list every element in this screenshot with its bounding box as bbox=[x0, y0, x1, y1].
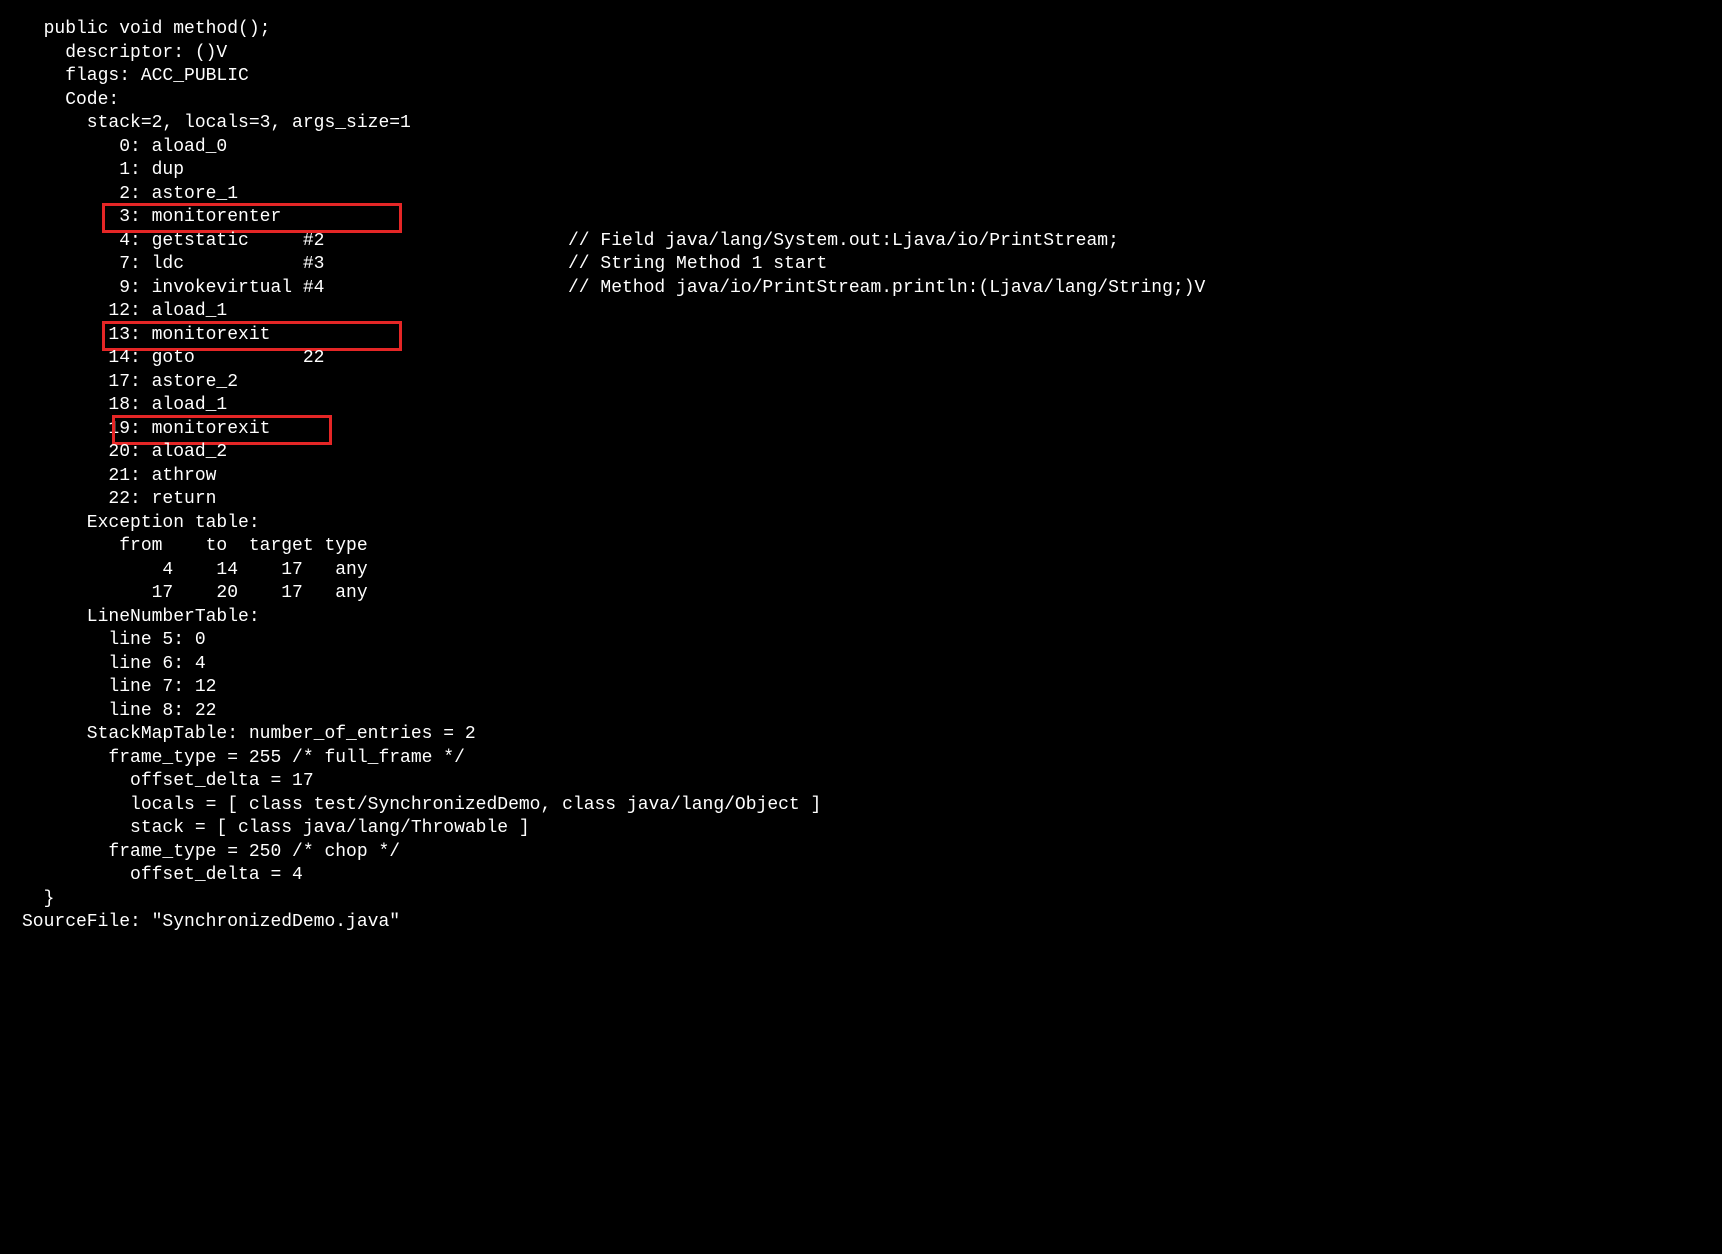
code-line: 12: aload_1 bbox=[22, 300, 1722, 324]
code-line: 4 14 17 any bbox=[22, 559, 1722, 583]
terminal-output: public void method(); descriptor: ()V fl… bbox=[0, 0, 1722, 935]
code-text: 1: dup bbox=[22, 159, 184, 183]
code-text: 13: monitorexit bbox=[22, 324, 270, 348]
code-line: 0: aload_0 bbox=[22, 136, 1722, 160]
code-line: offset_delta = 17 bbox=[22, 770, 1722, 794]
code-text: 3: monitorenter bbox=[22, 206, 281, 230]
code-text: line 7: 12 bbox=[22, 676, 216, 700]
code-text: 4 14 17 any bbox=[22, 559, 368, 583]
code-line: stack=2, locals=3, args_size=1 bbox=[22, 112, 1722, 136]
code-line: 22: return bbox=[22, 488, 1722, 512]
code-text: 20: aload_2 bbox=[22, 441, 227, 465]
code-line: offset_delta = 4 bbox=[22, 864, 1722, 888]
code-text: SourceFile: "SynchronizedDemo.java" bbox=[22, 911, 400, 935]
code-line: line 6: 4 bbox=[22, 653, 1722, 677]
code-line: 3: monitorenter bbox=[22, 206, 1722, 230]
code-text: frame_type = 250 /* chop */ bbox=[22, 841, 400, 865]
code-text: flags: ACC_PUBLIC bbox=[22, 65, 249, 89]
code-line: 17: astore_2 bbox=[22, 371, 1722, 395]
code-line: 21: athrow bbox=[22, 465, 1722, 489]
code-text: line 5: 0 bbox=[22, 629, 206, 653]
code-text: 21: athrow bbox=[22, 465, 216, 489]
code-line: line 8: 22 bbox=[22, 700, 1722, 724]
code-line: Code: bbox=[22, 89, 1722, 113]
code-line: 14: goto 22 bbox=[22, 347, 1722, 371]
code-text: Code: bbox=[22, 89, 119, 113]
code-line: StackMapTable: number_of_entries = 2 bbox=[22, 723, 1722, 747]
code-text: line 8: 22 bbox=[22, 700, 216, 724]
code-line: 19: monitorexit bbox=[22, 418, 1722, 442]
code-line: 13: monitorexit bbox=[22, 324, 1722, 348]
code-line: 9: invokevirtual #4 // Method java/io/Pri… bbox=[22, 277, 1722, 301]
code-text: 19: monitorexit bbox=[22, 418, 270, 442]
code-text: public void method(); bbox=[22, 18, 270, 42]
code-text: offset_delta = 17 bbox=[22, 770, 314, 794]
code-line: Exception table: bbox=[22, 512, 1722, 536]
code-line: 17 20 17 any bbox=[22, 582, 1722, 606]
code-line: line 7: 12 bbox=[22, 676, 1722, 700]
code-text: LineNumberTable: bbox=[22, 606, 260, 630]
code-text: 7: ldc #3 bbox=[22, 253, 324, 277]
code-text: 14: goto 22 bbox=[22, 347, 324, 371]
code-line: public void method(); bbox=[22, 18, 1722, 42]
code-text: 0: aload_0 bbox=[22, 136, 227, 160]
code-text: stack = [ class java/lang/Throwable ] bbox=[22, 817, 530, 841]
code-comment: // Method java/io/PrintStream.println:(L… bbox=[568, 277, 1205, 301]
code-text: descriptor: ()V bbox=[22, 42, 227, 66]
code-line: line 5: 0 bbox=[22, 629, 1722, 653]
code-text: Exception table: bbox=[22, 512, 260, 536]
code-text: 18: aload_1 bbox=[22, 394, 227, 418]
code-text: 17 20 17 any bbox=[22, 582, 368, 606]
code-line: 4: getstatic #2 // Field java/lang/System… bbox=[22, 230, 1722, 254]
code-text: stack=2, locals=3, args_size=1 bbox=[22, 112, 411, 136]
code-comment: // Field java/lang/System.out:Ljava/io/P… bbox=[568, 230, 1119, 254]
code-text: StackMapTable: number_of_entries = 2 bbox=[22, 723, 476, 747]
code-line: descriptor: ()V bbox=[22, 42, 1722, 66]
code-line: } bbox=[22, 888, 1722, 912]
code-text: 17: astore_2 bbox=[22, 371, 238, 395]
code-line: LineNumberTable: bbox=[22, 606, 1722, 630]
code-line: stack = [ class java/lang/Throwable ] bbox=[22, 817, 1722, 841]
code-text: from to target type bbox=[22, 535, 368, 559]
code-text: 12: aload_1 bbox=[22, 300, 227, 324]
code-comment: // String Method 1 start bbox=[568, 253, 827, 277]
code-line: frame_type = 250 /* chop */ bbox=[22, 841, 1722, 865]
code-line: 2: astore_1 bbox=[22, 183, 1722, 207]
code-text: offset_delta = 4 bbox=[22, 864, 303, 888]
code-text: frame_type = 255 /* full_frame */ bbox=[22, 747, 465, 771]
code-text: 22: return bbox=[22, 488, 216, 512]
code-line: frame_type = 255 /* full_frame */ bbox=[22, 747, 1722, 771]
code-line: 18: aload_1 bbox=[22, 394, 1722, 418]
code-line: 1: dup bbox=[22, 159, 1722, 183]
code-line: flags: ACC_PUBLIC bbox=[22, 65, 1722, 89]
code-line: 7: ldc #3 // String Method 1 start bbox=[22, 253, 1722, 277]
code-text: 4: getstatic #2 bbox=[22, 230, 324, 254]
code-line: locals = [ class test/SynchronizedDemo, … bbox=[22, 794, 1722, 818]
code-line: SourceFile: "SynchronizedDemo.java" bbox=[22, 911, 1722, 935]
code-line: from to target type bbox=[22, 535, 1722, 559]
code-line: 20: aload_2 bbox=[22, 441, 1722, 465]
code-text: locals = [ class test/SynchronizedDemo, … bbox=[22, 794, 821, 818]
code-text: } bbox=[22, 888, 54, 912]
code-text: 9: invokevirtual #4 bbox=[22, 277, 324, 301]
code-text: 2: astore_1 bbox=[22, 183, 238, 207]
code-text: line 6: 4 bbox=[22, 653, 206, 677]
